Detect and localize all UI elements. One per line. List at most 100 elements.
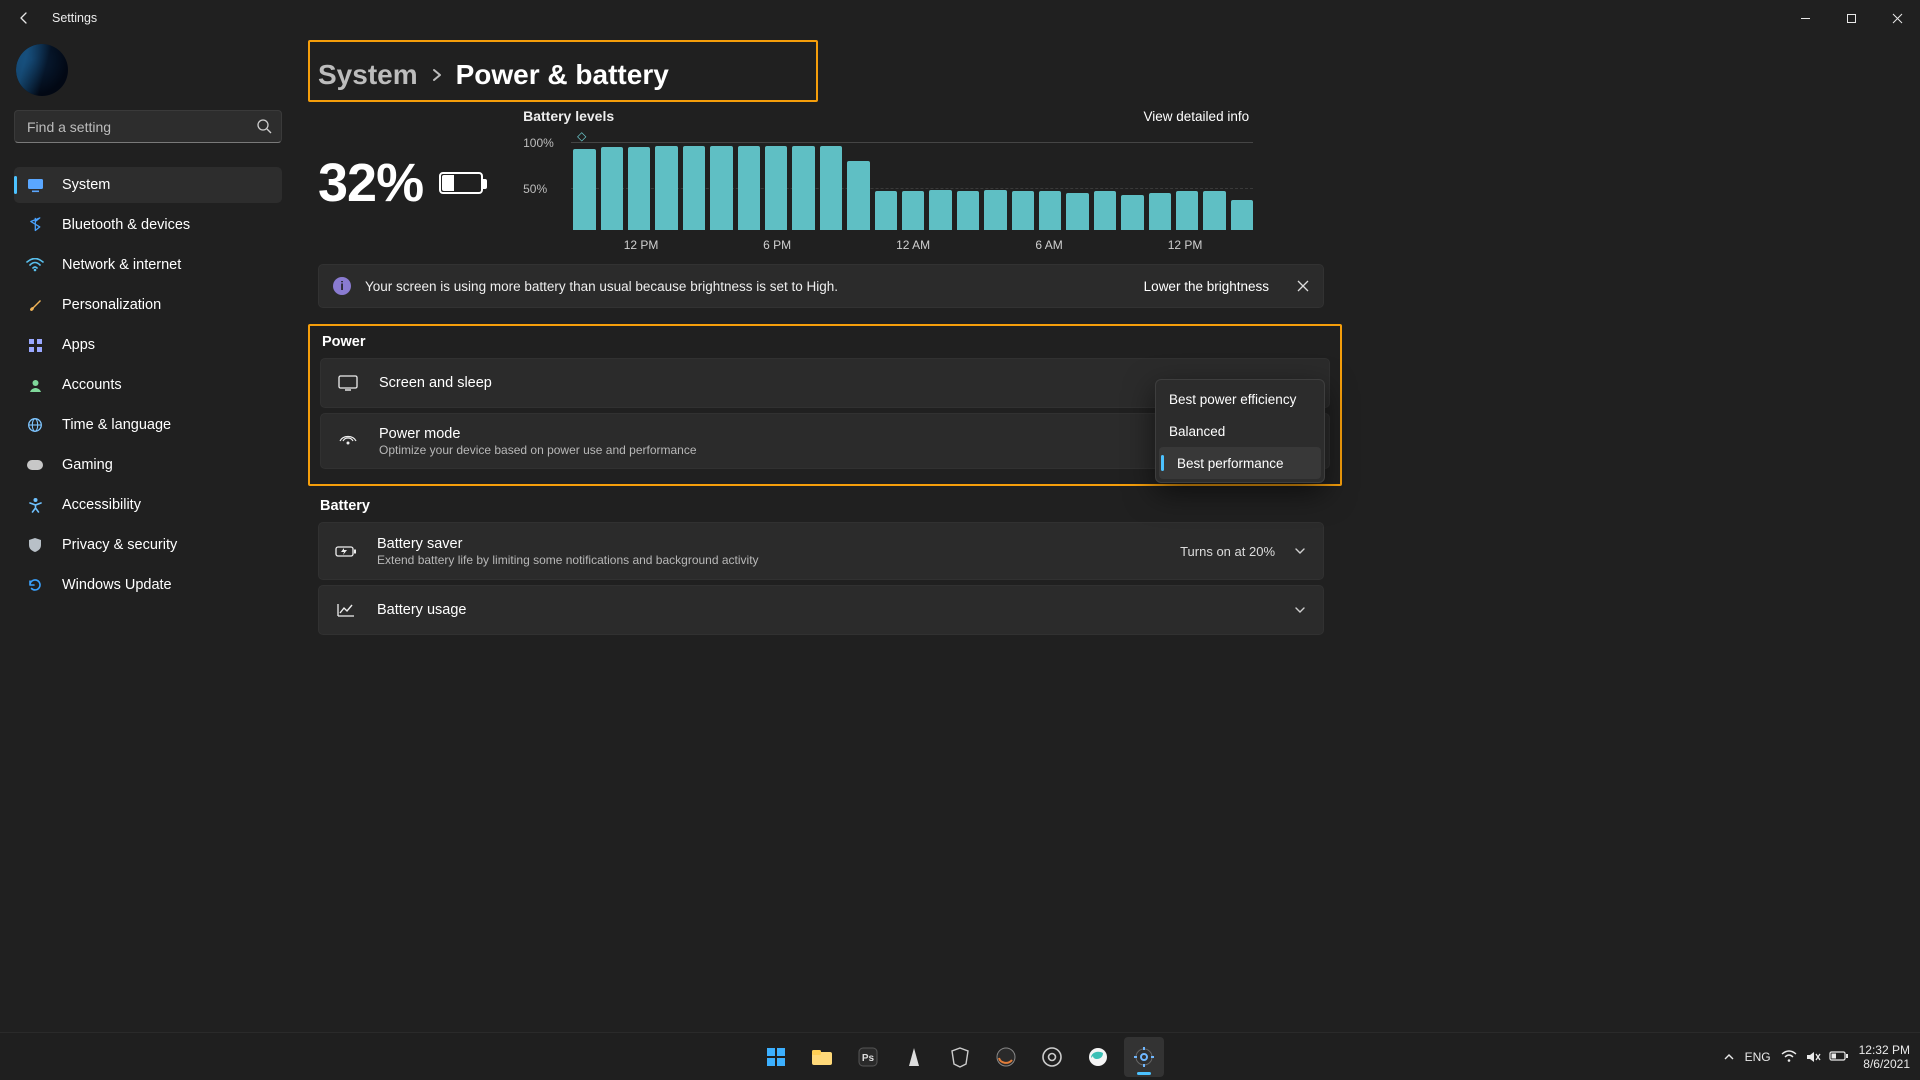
sidebar-item-label: Apps bbox=[62, 337, 95, 353]
info-icon: i bbox=[333, 277, 351, 295]
minimize-button[interactable] bbox=[1782, 2, 1828, 34]
chart-marker-icon: ◇ bbox=[577, 129, 586, 143]
close-icon[interactable] bbox=[1297, 280, 1309, 292]
main: System Power & battery 32% Battery level… bbox=[296, 36, 1920, 1032]
sidebar-item-apps[interactable]: Apps bbox=[14, 327, 282, 363]
sidebar-item-accounts[interactable]: Accounts bbox=[14, 367, 282, 403]
sidebar-item-label: Windows Update bbox=[62, 577, 172, 593]
display-icon bbox=[26, 178, 44, 193]
firefox-icon[interactable] bbox=[986, 1037, 1026, 1077]
chart-ylabel: 50% bbox=[523, 182, 547, 196]
chart-bar bbox=[710, 146, 732, 230]
battery-saver-row[interactable]: Battery saver Extend battery life by lim… bbox=[318, 522, 1324, 580]
maximize-button[interactable] bbox=[1828, 2, 1874, 34]
info-text: Your screen is using more battery than u… bbox=[365, 279, 1130, 294]
search-icon bbox=[256, 118, 272, 134]
chart-bar bbox=[1039, 191, 1061, 230]
person-icon bbox=[26, 378, 44, 393]
chart-xlabel: 6 PM bbox=[709, 238, 845, 252]
chart-bar bbox=[820, 146, 842, 230]
chevron-down-icon[interactable] bbox=[1293, 603, 1307, 617]
chart-bar bbox=[573, 149, 595, 230]
language-indicator[interactable]: ENG bbox=[1745, 1050, 1771, 1064]
titlebar: Settings bbox=[0, 0, 1920, 36]
close-button[interactable] bbox=[1874, 2, 1920, 34]
battery-usage-row[interactable]: Battery usage bbox=[318, 585, 1324, 635]
search-input[interactable] bbox=[14, 110, 282, 143]
chevron-right-icon bbox=[430, 68, 444, 82]
sidebar-item-privacy[interactable]: Privacy & security bbox=[14, 527, 282, 563]
power-mode-icon bbox=[337, 434, 359, 448]
power-mode-dropdown: Best power efficiency Balanced Best perf… bbox=[1155, 379, 1325, 483]
accessibility-icon bbox=[26, 497, 44, 513]
power-mode-row[interactable]: Power mode Optimize your device based on… bbox=[320, 413, 1330, 469]
power-mode-option[interactable]: Balanced bbox=[1159, 415, 1321, 447]
chart-xlabel: 12 PM bbox=[1117, 238, 1253, 252]
avatar[interactable] bbox=[16, 44, 68, 96]
chart-xlabel: 6 AM bbox=[981, 238, 1117, 252]
chart-title: Battery levels bbox=[523, 108, 614, 124]
chart-bar bbox=[1231, 200, 1253, 230]
start-button[interactable] bbox=[756, 1037, 796, 1077]
clock-time: 12:32 PM bbox=[1859, 1043, 1910, 1057]
chart-bar bbox=[738, 146, 760, 230]
sidebar-item-gaming[interactable]: Gaming bbox=[14, 447, 282, 483]
app-icon[interactable] bbox=[894, 1037, 934, 1077]
sidebar-item-label: System bbox=[62, 177, 110, 193]
chart-xlabel: 12 PM bbox=[573, 238, 709, 252]
battery-percent: 32% bbox=[318, 108, 483, 214]
power-mode-option[interactable]: Best power efficiency bbox=[1159, 383, 1321, 415]
settings-icon[interactable] bbox=[1124, 1037, 1164, 1077]
tray-chevron-icon[interactable] bbox=[1723, 1051, 1735, 1063]
option-label: Best performance bbox=[1177, 456, 1284, 471]
chrome-icon[interactable] bbox=[1032, 1037, 1072, 1077]
sidebar-item-system[interactable]: System bbox=[14, 167, 282, 203]
update-icon bbox=[26, 577, 44, 593]
power-mode-option[interactable]: Best performance bbox=[1159, 447, 1321, 479]
chart-bar bbox=[655, 146, 677, 230]
window-controls bbox=[1782, 2, 1920, 34]
svg-text:Ps: Ps bbox=[862, 1053, 875, 1064]
view-detailed-info-link[interactable]: View detailed info bbox=[1144, 109, 1250, 124]
sidebar-item-personalization[interactable]: Personalization bbox=[14, 287, 282, 323]
edge-icon[interactable] bbox=[1078, 1037, 1118, 1077]
back-button[interactable] bbox=[6, 3, 42, 33]
brave-icon[interactable] bbox=[940, 1037, 980, 1077]
power-section: Power Screen and sleep Power mode Optimi… bbox=[308, 324, 1342, 486]
chart-ylabel: 100% bbox=[523, 136, 554, 150]
battery-icon bbox=[1829, 1050, 1849, 1064]
sidebar-item-label: Bluetooth & devices bbox=[62, 217, 190, 233]
sidebar-item-bluetooth[interactable]: Bluetooth & devices bbox=[14, 207, 282, 243]
chart-bar bbox=[929, 190, 951, 230]
battery-percent-text: 32% bbox=[318, 152, 423, 214]
lower-brightness-link[interactable]: Lower the brightness bbox=[1144, 279, 1269, 294]
sidebar-item-label: Time & language bbox=[62, 417, 171, 433]
game-icon bbox=[26, 459, 44, 471]
sidebar-item-time-language[interactable]: Time & language bbox=[14, 407, 282, 443]
chart-bar bbox=[1012, 191, 1034, 230]
chart-bar bbox=[902, 191, 924, 230]
chart-bar bbox=[847, 161, 869, 230]
chevron-down-icon[interactable] bbox=[1293, 544, 1307, 558]
system-tray[interactable] bbox=[1781, 1050, 1849, 1064]
chart-bar bbox=[1094, 191, 1116, 230]
breadcrumb-parent[interactable]: System bbox=[318, 59, 418, 91]
chart-bar bbox=[765, 146, 787, 230]
chart-bar bbox=[683, 146, 705, 230]
option-label: Balanced bbox=[1169, 424, 1225, 439]
taskbar-right: ENG 12:32 PM 8/6/2021 bbox=[1723, 1043, 1920, 1071]
app-icon[interactable]: Ps bbox=[848, 1037, 888, 1077]
screen-icon bbox=[337, 375, 359, 391]
chart-bar bbox=[1149, 193, 1171, 230]
battery-saver-icon bbox=[335, 544, 357, 558]
sidebar-item-accessibility[interactable]: Accessibility bbox=[14, 487, 282, 523]
taskbar-clock[interactable]: 12:32 PM 8/6/2021 bbox=[1859, 1043, 1910, 1071]
clock-date: 8/6/2021 bbox=[1863, 1057, 1910, 1071]
explorer-icon[interactable] bbox=[802, 1037, 842, 1077]
sidebar-item-network[interactable]: Network & internet bbox=[14, 247, 282, 283]
taskbar-center: Ps bbox=[756, 1037, 1164, 1077]
sidebar: System Bluetooth & devices Network & int… bbox=[0, 36, 296, 1032]
globe-icon bbox=[26, 417, 44, 433]
info-banner: i Your screen is using more battery than… bbox=[318, 264, 1324, 308]
sidebar-item-update[interactable]: Windows Update bbox=[14, 567, 282, 603]
